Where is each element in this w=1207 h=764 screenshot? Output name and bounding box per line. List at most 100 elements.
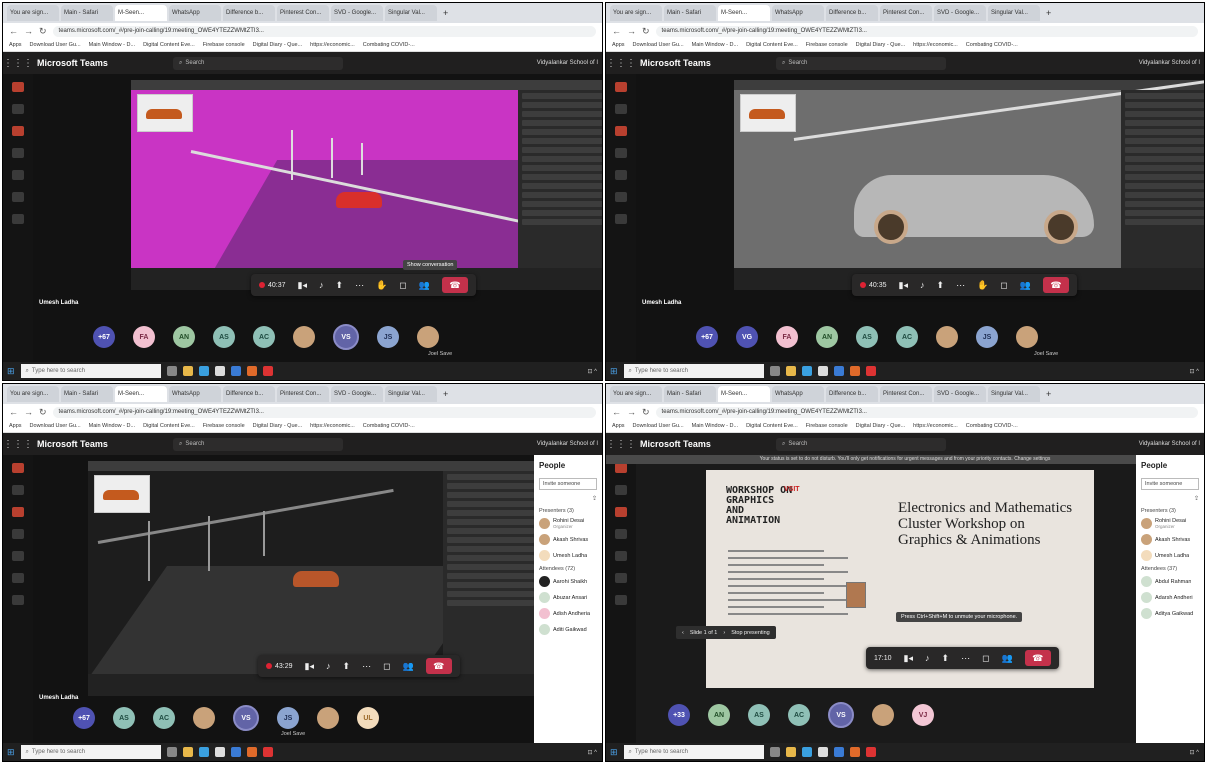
browser-tab[interactable]: WhatsApp: [772, 5, 824, 21]
files-icon[interactable]: [12, 214, 24, 224]
taskbar-search[interactable]: ⌕ Type here to search: [20, 364, 161, 378]
mic-icon[interactable]: ♪: [925, 653, 930, 663]
avatar[interactable]: JS: [377, 326, 399, 348]
reload-icon[interactable]: ↻: [642, 407, 650, 418]
browser-tab[interactable]: You are sign...: [7, 5, 59, 21]
browser-tab[interactable]: Pinterest Con...: [880, 386, 932, 402]
reload-icon[interactable]: ↻: [642, 26, 650, 37]
bookmark[interactable]: Apps: [9, 42, 22, 48]
avatar[interactable]: VS: [233, 705, 259, 731]
calls-icon[interactable]: [12, 192, 24, 202]
calendar-icon[interactable]: [12, 170, 24, 180]
teams-icon[interactable]: [12, 126, 24, 136]
person-row[interactable]: Umesh Ladha: [539, 550, 597, 561]
share-link-icon[interactable]: ⇪: [539, 495, 597, 502]
camera-icon[interactable]: ▮◂: [298, 280, 307, 291]
teams-icon[interactable]: [615, 507, 627, 517]
camera-icon[interactable]: ▮◂: [305, 661, 314, 672]
assignments-icon[interactable]: [12, 529, 24, 539]
browser-tab[interactable]: SVD - Google...: [331, 386, 383, 402]
file-explorer-icon[interactable]: [785, 747, 796, 757]
url-field[interactable]: teams.microsoft.com/_#/pre-join-calling/…: [655, 406, 1198, 418]
browser-tab[interactable]: SVD - Google...: [331, 5, 383, 21]
bookmark[interactable]: Firebase console: [203, 423, 245, 429]
app-icon[interactable]: [214, 747, 225, 757]
assignments-icon[interactable]: [615, 148, 627, 158]
browser-tab[interactable]: M-Seen...: [718, 5, 770, 21]
reload-icon[interactable]: ↻: [39, 26, 47, 37]
edge-icon[interactable]: [801, 366, 812, 376]
forward-icon[interactable]: →: [627, 407, 636, 417]
bookmark[interactable]: Digital Diary - Que...: [856, 423, 906, 429]
more-actions-icon[interactable]: ⋯: [956, 280, 965, 291]
avatar[interactable]: VS: [828, 702, 854, 728]
new-tab-icon[interactable]: +: [1042, 389, 1055, 399]
stop-presenting-button[interactable]: Stop presenting: [731, 630, 770, 636]
chat-bubble-icon[interactable]: ◻: [383, 661, 390, 672]
chat-icon[interactable]: [615, 485, 627, 495]
back-icon[interactable]: ←: [612, 26, 621, 36]
avatar[interactable]: JS: [976, 326, 998, 348]
avatar[interactable]: FA: [776, 326, 798, 348]
mail-icon[interactable]: [833, 747, 844, 757]
app-launcher-icon[interactable]: ⋮⋮⋮: [3, 439, 33, 450]
bookmark[interactable]: Combating COVID-...: [363, 423, 415, 429]
avatar-photo[interactable]: [936, 326, 958, 348]
org-name[interactable]: Vidyalankar School of I: [1139, 441, 1204, 447]
app-icon[interactable]: [246, 366, 257, 376]
bookmark[interactable]: Firebase console: [806, 42, 848, 48]
taskbar-search[interactable]: ⌕ Type here to search: [623, 745, 764, 759]
browser-tab[interactable]: WhatsApp: [169, 386, 221, 402]
person-row[interactable]: Umesh Ladha: [1141, 550, 1199, 561]
browser-tab[interactable]: Pinterest Con...: [277, 386, 329, 402]
others-count-avatar[interactable]: +67: [93, 326, 115, 348]
mail-icon[interactable]: [230, 366, 241, 376]
invite-input[interactable]: Invite someone: [539, 478, 597, 490]
chrome-icon[interactable]: [865, 366, 876, 376]
share-screen-icon[interactable]: ⬆: [937, 280, 945, 291]
person-row[interactable]: Aditi Gaikwad: [539, 624, 597, 635]
bookmark[interactable]: Combating COVID-...: [966, 42, 1018, 48]
hang-up-button[interactable]: ☎: [425, 658, 452, 674]
bookmark[interactable]: Main Window - D...: [89, 42, 135, 48]
bookmark[interactable]: Firebase console: [203, 42, 245, 48]
url-field[interactable]: teams.microsoft.com/_#/pre-join-calling/…: [52, 25, 596, 37]
app-launcher-icon[interactable]: ⋮⋮⋮: [3, 58, 33, 69]
app-icon[interactable]: [849, 366, 860, 376]
more-actions-icon[interactable]: ⋯: [355, 280, 364, 291]
camera-icon[interactable]: ▮◂: [899, 280, 908, 291]
avatar-photo[interactable]: [293, 326, 315, 348]
system-tray[interactable]: ⊡ ^: [1189, 368, 1204, 375]
browser-tab[interactable]: M-Seen...: [115, 5, 167, 21]
system-tray[interactable]: ⊡ ^: [1189, 749, 1204, 756]
browser-tab[interactable]: WhatsApp: [772, 386, 824, 402]
presenters-header[interactable]: Presenters (3): [539, 508, 597, 514]
avatar-photo[interactable]: [872, 704, 894, 726]
browser-tab[interactable]: Singular Val...: [385, 5, 437, 21]
edge-icon[interactable]: [198, 747, 209, 757]
mic-icon[interactable]: ♪: [326, 661, 331, 671]
person-row[interactable]: Akash Shrivas: [539, 534, 597, 545]
app-icon[interactable]: [849, 747, 860, 757]
url-field[interactable]: teams.microsoft.com/_#/pre-join-calling/…: [655, 25, 1198, 37]
calls-icon[interactable]: [12, 573, 24, 583]
invite-input[interactable]: Invite someone: [1141, 478, 1199, 490]
chat-bubble-icon[interactable]: ◻: [399, 280, 406, 291]
files-icon[interactable]: [12, 595, 24, 605]
avatar[interactable]: VJ: [912, 704, 934, 726]
raise-hand-icon[interactable]: ✋: [977, 280, 988, 291]
chrome-icon[interactable]: [262, 366, 273, 376]
browser-tab[interactable]: Singular Val...: [988, 386, 1040, 402]
person-row[interactable]: Adarsh Andheri: [1141, 592, 1199, 603]
mic-icon[interactable]: ♪: [319, 280, 324, 290]
bookmark[interactable]: https://economic...: [310, 42, 355, 48]
participants-icon[interactable]: 👥: [419, 280, 430, 291]
bookmark[interactable]: Combating COVID-...: [363, 42, 415, 48]
avatar[interactable]: AN: [173, 326, 195, 348]
taskbar-search[interactable]: ⌕ Type here to search: [20, 745, 161, 759]
more-actions-icon[interactable]: ⋯: [961, 653, 970, 664]
browser-tab[interactable]: Pinterest Con...: [277, 5, 329, 21]
edge-icon[interactable]: [198, 366, 209, 376]
participants-icon[interactable]: 👥: [1002, 653, 1013, 664]
avatar-photo[interactable]: [417, 326, 439, 348]
